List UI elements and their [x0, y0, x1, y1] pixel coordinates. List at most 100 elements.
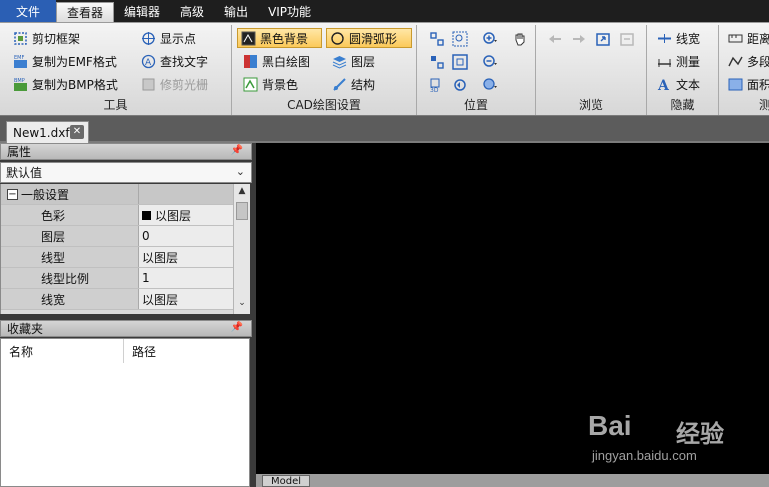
property-category[interactable]: − 一般设置 — [1, 184, 233, 205]
svg-text:EMF: EMF — [14, 55, 24, 61]
property-value[interactable]: 0 — [139, 226, 233, 246]
trim-raster-button[interactable]: 修剪光栅 — [138, 74, 211, 94]
text-a-icon: A — [657, 77, 672, 92]
svg-text:A: A — [657, 78, 670, 92]
scroll-down-icon[interactable]: ⌄ — [234, 298, 250, 312]
rotate-icon: 3D — [430, 78, 440, 93]
favorites-column-header: 名称 路径 — [1, 339, 249, 363]
collapse-icon[interactable]: − — [7, 188, 18, 200]
bw-drawing-button[interactable]: 黑白绘图 — [240, 51, 313, 71]
folder-arrow-icon — [596, 33, 610, 46]
model-tab[interactable]: Model — [262, 475, 310, 487]
svg-text:3D: 3D — [430, 87, 439, 93]
svg-text:A: A — [145, 58, 152, 68]
menu-file[interactable]: 文件 — [0, 0, 56, 22]
column-name[interactable]: 名称 — [1, 339, 124, 363]
property-row-color[interactable]: 色彩 以图层 — [1, 205, 233, 226]
pan-button[interactable] — [509, 29, 531, 49]
property-value[interactable]: 以图层 — [139, 247, 233, 267]
menu-advanced[interactable]: 高级 — [170, 0, 214, 22]
property-grid-scrollbar[interactable]: ▲ ⌄ — [233, 184, 250, 314]
zoom-out-icon — [483, 55, 497, 67]
arrow-left-icon — [549, 35, 561, 43]
property-row-layer[interactable]: 图层 0 — [1, 226, 233, 247]
area-label: 面积 — [747, 77, 769, 92]
chevron-down-icon: ⌄ — [235, 165, 245, 178]
zoom-all-button[interactable] — [449, 52, 471, 72]
properties-selector[interactable]: 默认值 ⌄ — [0, 162, 252, 183]
forward-button[interactable] — [568, 29, 590, 49]
crosshair-icon — [141, 31, 156, 46]
copy-bmp-button[interactable]: BMP 复制为BMP格式 — [10, 74, 121, 94]
close-icon[interactable]: ✕ — [70, 125, 84, 139]
scrollbar-thumb[interactable] — [236, 202, 248, 220]
group-hide: 线宽 测量 A 文本 隐藏 — [647, 25, 719, 115]
bw-drawing-label: 黑白绘图 — [262, 54, 311, 69]
find-text-label: 查找文字 — [160, 54, 209, 69]
zoom-window-button[interactable] — [449, 29, 471, 49]
zoom-extents-icon — [431, 56, 444, 69]
pin-icon[interactable]: 📌 — [231, 145, 243, 156]
column-path[interactable]: 路径 — [124, 339, 249, 363]
zoom-in-button[interactable] — [475, 29, 505, 49]
property-row-linetype[interactable]: 线型 以图层 — [1, 247, 233, 268]
position-group-label: 位置 — [463, 98, 488, 112]
zoom-options-button[interactable] — [475, 75, 505, 95]
menu-bar: 文件 查看器 编辑器 高级 输出 VIP功能 — [0, 0, 769, 22]
browse-disabled-button[interactable] — [616, 29, 638, 49]
copy-emf-label: 复制为EMF格式 — [32, 54, 117, 69]
property-value[interactable]: 1 — [139, 268, 233, 288]
polyline-button[interactable]: 多段 — [725, 51, 769, 71]
menu-vip[interactable]: VIP功能 — [258, 0, 321, 22]
zoom-out-button[interactable] — [475, 52, 505, 72]
properties-title: 属性 — [7, 145, 32, 159]
category-name-cell: − 一般设置 — [1, 184, 139, 204]
property-value[interactable]: 以图层 — [139, 289, 233, 309]
property-row-linewidth[interactable]: 线宽 以图层 — [1, 289, 233, 310]
show-points-button[interactable]: 显示点 — [138, 28, 199, 48]
area-button[interactable]: 面积 — [725, 74, 769, 94]
structure-button[interactable]: 结构 — [329, 74, 378, 94]
property-value-text: 以图层 — [155, 208, 192, 223]
open-folder-button[interactable] — [592, 29, 614, 49]
ruler-icon — [657, 54, 672, 69]
menu-output[interactable]: 输出 — [214, 0, 258, 22]
pin-icon[interactable]: 📌 — [231, 322, 243, 333]
distance-icon — [728, 31, 743, 46]
black-bg-icon — [241, 31, 256, 46]
find-text-button[interactable]: A 查找文字 — [138, 51, 211, 71]
category-value-cell — [139, 184, 233, 204]
linewidth-label: 线宽 — [676, 31, 701, 46]
structure-label: 结构 — [351, 77, 376, 92]
document-tab-label: New1.dxf — [13, 125, 70, 140]
linewidth-button[interactable]: 线宽 — [654, 28, 703, 48]
clip-frame-icon — [13, 31, 28, 46]
copy-emf-button[interactable]: EMF 复制为EMF格式 — [10, 51, 120, 71]
layers-icon — [332, 54, 347, 69]
menu-viewer[interactable]: 查看器 — [56, 2, 115, 22]
fit-window-icon — [430, 32, 444, 46]
rotate-view-button[interactable]: 3D — [426, 75, 448, 95]
scroll-up-icon[interactable]: ▲ — [234, 186, 250, 200]
bg-color-label: 背景色 — [262, 77, 299, 92]
favorites-list: 名称 路径 — [0, 338, 250, 487]
background-color-button[interactable]: 背景色 — [240, 74, 301, 94]
zoom-previous-button[interactable] — [449, 75, 471, 95]
menu-editor[interactable]: 编辑器 — [114, 0, 170, 22]
document-tab[interactable]: New1.dxf ✕ — [6, 121, 89, 143]
bmp-icon: BMP — [13, 77, 28, 92]
property-value[interactable]: 以图层 — [139, 205, 233, 225]
back-button[interactable] — [544, 29, 566, 49]
layers-button[interactable]: 图层 — [329, 51, 378, 71]
property-row-linetype-scale[interactable]: 线型比例 1 — [1, 268, 233, 289]
measure-button[interactable]: 测量 — [654, 51, 703, 71]
clip-frame-label: 剪切框架 — [32, 31, 81, 46]
fit-window-button[interactable] — [426, 29, 448, 49]
text-button[interactable]: A 文本 — [654, 74, 703, 94]
distance-button[interactable]: 距离 — [725, 28, 769, 48]
clip-frame-button[interactable]: 剪切框架 — [10, 28, 83, 48]
black-background-button[interactable]: 黑色背景 — [237, 28, 322, 48]
watermark-logo: Bai — [588, 410, 632, 441]
zoom-extents-button[interactable] — [426, 52, 448, 72]
smooth-arc-button[interactable]: 圆滑弧形 — [326, 28, 412, 48]
